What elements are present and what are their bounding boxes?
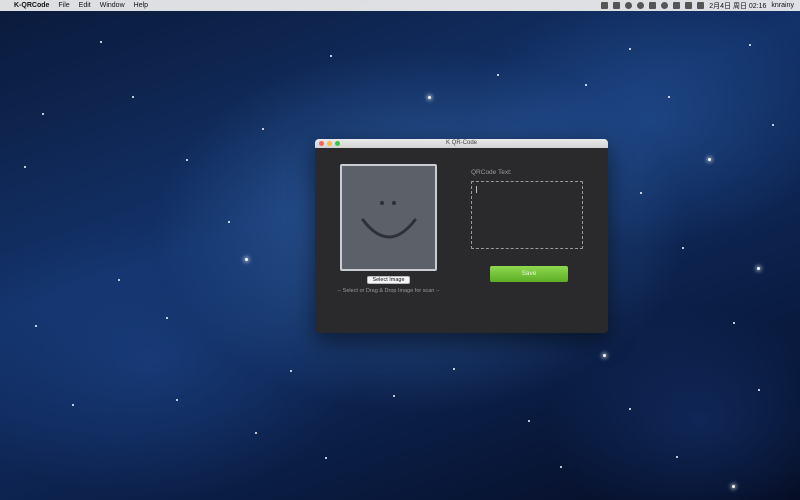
image-drop-well[interactable] bbox=[340, 164, 437, 271]
text-caret bbox=[476, 186, 477, 193]
star bbox=[453, 368, 455, 370]
drop-hint: -- Select or Drag & Drop Image for scan … bbox=[337, 288, 440, 294]
star bbox=[497, 74, 499, 76]
window-titlebar[interactable]: K QR-Code bbox=[315, 139, 608, 148]
smiley-placeholder-icon bbox=[361, 201, 417, 239]
menubar-user[interactable]: knrainy bbox=[771, 2, 794, 9]
star bbox=[35, 325, 37, 327]
star bbox=[132, 96, 134, 98]
star bbox=[290, 370, 292, 372]
star bbox=[708, 158, 711, 161]
window-title: K QR-Code bbox=[445, 140, 477, 146]
star bbox=[629, 48, 631, 50]
star bbox=[585, 84, 587, 86]
star bbox=[262, 128, 264, 130]
star bbox=[176, 399, 178, 401]
star bbox=[758, 389, 760, 391]
menu-edit[interactable]: Edit bbox=[79, 2, 91, 9]
menu-app-name[interactable]: K-QRCode bbox=[14, 2, 49, 9]
bluetooth-icon[interactable] bbox=[649, 2, 657, 9]
star bbox=[668, 96, 670, 98]
star bbox=[603, 354, 606, 357]
app-window: K QR-Code Select Image -- Select or Drag… bbox=[315, 139, 608, 333]
star bbox=[166, 317, 168, 319]
star bbox=[325, 457, 327, 459]
status-area: 2月4日 周日 02:16 knrainy bbox=[601, 1, 794, 11]
star bbox=[100, 41, 102, 43]
menubar-clock[interactable]: 2月4日 周日 02:16 bbox=[709, 1, 766, 11]
menu-help[interactable]: Help bbox=[134, 2, 148, 9]
star bbox=[186, 159, 188, 161]
qrcode-text-label: QRCode Text: bbox=[471, 169, 512, 176]
s-icon[interactable] bbox=[601, 2, 609, 9]
menu-bar: K-QRCode File Edit Window Help 2月4日 周日 0… bbox=[0, 0, 800, 11]
star bbox=[772, 124, 774, 126]
star bbox=[42, 113, 44, 115]
star bbox=[757, 267, 760, 270]
menu-file[interactable]: File bbox=[58, 2, 69, 9]
qq-icon[interactable] bbox=[637, 2, 645, 9]
star bbox=[676, 456, 678, 458]
star bbox=[330, 55, 332, 57]
star bbox=[629, 408, 631, 410]
volume-icon[interactable] bbox=[673, 2, 681, 9]
wifi-icon[interactable] bbox=[661, 2, 669, 9]
star bbox=[245, 258, 248, 261]
qrcode-text-field[interactable] bbox=[471, 181, 583, 249]
star bbox=[528, 420, 530, 422]
flag-icon[interactable] bbox=[697, 2, 705, 9]
star bbox=[732, 485, 735, 488]
star bbox=[393, 395, 395, 397]
star bbox=[749, 44, 751, 46]
save-button[interactable]: Save bbox=[490, 266, 568, 282]
cloud-icon[interactable] bbox=[625, 2, 633, 9]
star bbox=[733, 322, 735, 324]
battery-icon[interactable] bbox=[685, 2, 693, 9]
star bbox=[255, 432, 257, 434]
star bbox=[640, 192, 642, 194]
star bbox=[428, 96, 431, 99]
star bbox=[682, 247, 684, 249]
star bbox=[118, 279, 120, 281]
lock-icon[interactable] bbox=[613, 2, 621, 9]
star bbox=[24, 166, 26, 168]
star bbox=[72, 404, 74, 406]
menu-window[interactable]: Window bbox=[100, 2, 125, 9]
select-image-button[interactable]: Select Image bbox=[367, 276, 410, 284]
star bbox=[560, 466, 562, 468]
star bbox=[228, 221, 230, 223]
